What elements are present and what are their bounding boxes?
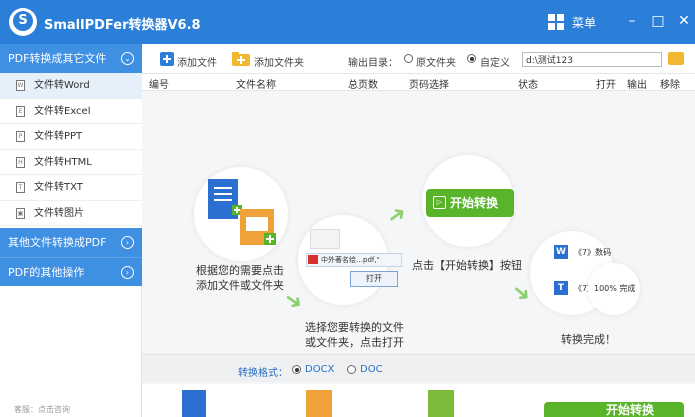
col-open: 打开	[596, 80, 616, 91]
sidebar-item-txt[interactable]: T 文件转TXT	[0, 175, 142, 201]
app-title: SmallPDFer转换器V6.8	[44, 18, 201, 33]
step1-circle	[194, 167, 288, 261]
add-file-icon[interactable]	[160, 52, 174, 66]
sidebar-section-pdf-other-ops[interactable]: PDF的其他操作 ›	[0, 257, 142, 286]
doc-option[interactable]: DOC	[360, 364, 383, 375]
sidebar-item-label: 文件转Excel	[34, 105, 91, 117]
sidebar-item-label: 文件转图片	[34, 207, 84, 219]
docx-radio[interactable]	[292, 365, 301, 374]
col-output: 输出	[627, 80, 647, 91]
step1-line2: 添加文件或文件夹	[196, 279, 284, 292]
sidebar-item-image[interactable]: ▣ 文件转图片	[0, 200, 142, 226]
sidebar-item-word[interactable]: W 文件转Word	[0, 73, 142, 99]
output-dir-label: 输出目录：	[348, 58, 398, 69]
browse-folder-icon[interactable]	[668, 52, 684, 65]
open-button-illustration: 打开	[350, 271, 398, 287]
sidebar-item-excel[interactable]: E 文件转Excel	[0, 98, 142, 124]
menu-grid-icon[interactable]	[548, 14, 564, 30]
chevron-down-icon: ⌄	[121, 52, 134, 65]
step1-caption: 根据您的需要点击 添加文件或文件夹	[196, 263, 284, 293]
minimize-button[interactable]: –	[621, 10, 643, 32]
add-folder-icon[interactable]	[232, 52, 250, 66]
step3-caption: 点击【开始转换】按钮	[412, 259, 522, 272]
original-folder-radio[interactable]	[404, 54, 413, 63]
step1-line1: 根据您的需要点击	[196, 264, 284, 277]
step2-caption: 选择您要转换的文件 或文件夹，点击打开	[305, 320, 404, 350]
step4-caption: 转换完成！	[561, 333, 616, 346]
col-remove: 移除	[660, 80, 680, 91]
step2-circle: 中外著名绘…pdf," 打开	[298, 215, 402, 305]
bottom-card: 开始转换	[142, 384, 695, 417]
chevron-right-icon: ›	[121, 236, 134, 249]
format-bar: 转换格式： DOCX DOC	[142, 354, 695, 382]
guide-area: 根据您的需要点击 添加文件或文件夹 ➜ 中外著名绘…pdf," 打开 选择您要转…	[142, 91, 695, 354]
col-status: 状态	[518, 80, 538, 91]
folder-list-icon	[310, 229, 340, 249]
word-file-icon: W	[16, 80, 25, 91]
excel-file-icon: E	[16, 105, 25, 117]
start-convert-button[interactable]: 开始转换	[544, 402, 684, 417]
txt-result-icon: T	[554, 281, 568, 295]
step3-circle: 开始转换 ▷	[422, 155, 514, 247]
txt-file-icon: T	[16, 182, 25, 193]
image-file-icon: ▣	[16, 207, 25, 219]
menu-button[interactable]: 菜单	[572, 14, 596, 31]
support-link[interactable]: 客服：点击咨询	[0, 404, 142, 417]
docx-option[interactable]: DOCX	[305, 364, 334, 375]
sidebar-section-label: PDF转换成其它文件	[8, 52, 107, 65]
add-file-button[interactable]: 添加文件	[177, 54, 217, 69]
add-files-illustration-icon	[208, 179, 276, 245]
sidebar-item-label: 文件转Word	[34, 80, 90, 91]
title-bar: SmallPDFer转换器V6.8 菜单 – □ ✕	[0, 0, 695, 44]
col-filename: 文件名称	[236, 80, 276, 91]
step2-line2: 或文件夹，点击打开	[305, 336, 404, 349]
output-path-input[interactable]	[522, 52, 662, 67]
toolbar: 添加文件 添加文件夹 输出目录： 原文件夹 自定义	[142, 44, 695, 74]
custom-folder-radio[interactable]	[467, 54, 476, 63]
sidebar-item-label: 文件转HTML	[34, 156, 92, 168]
word-result-icon: W	[554, 245, 568, 259]
sidebar-section-pdf-to-other[interactable]: PDF转换成其它文件 ⌄	[0, 44, 142, 73]
app-logo-icon	[9, 8, 37, 36]
bottom-strip: 开始转换	[142, 382, 695, 417]
sidebar-item-label: 文件转TXT	[34, 182, 83, 193]
col-number: 编号	[149, 80, 169, 91]
result-file-1: 《7》数码	[574, 248, 612, 257]
sidebar-section-label: PDF的其他操作	[8, 266, 85, 279]
custom-folder-label[interactable]: 自定义	[480, 54, 510, 69]
sidebar: PDF转换成其它文件 ⌄ W 文件转Word E 文件转Excel P 文件转P…	[0, 44, 142, 417]
add-folder-button[interactable]: 添加文件夹	[254, 54, 304, 69]
col-page-select: 页码选择	[409, 80, 449, 91]
arrow-icon: ➜	[382, 199, 412, 232]
sidebar-item-ppt[interactable]: P 文件转PPT	[0, 124, 142, 150]
ppt-file-icon: P	[16, 131, 25, 142]
word-icon	[182, 390, 206, 417]
progress-circle: 100% 完成	[588, 263, 640, 315]
maximize-button[interactable]: □	[647, 10, 669, 32]
folder-icon	[306, 390, 332, 417]
original-folder-label[interactable]: 原文件夹	[416, 54, 456, 69]
format-label: 转换格式：	[238, 368, 288, 379]
sidebar-item-html[interactable]: H 文件转HTML	[0, 149, 142, 175]
sidebar-section-label: 其他文件转换成PDF	[8, 236, 107, 249]
sidebar-section-other-to-pdf[interactable]: 其他文件转换成PDF ›	[0, 228, 142, 257]
play-icon: ▷	[433, 196, 446, 209]
html-file-icon: H	[16, 156, 25, 168]
file-table-header: 编号 文件名称 总页数 页码选择 状态 打开 输出 移除	[142, 74, 695, 91]
doc-radio[interactable]	[347, 365, 356, 374]
progress-complete-text: 100% 完成	[594, 284, 636, 293]
pdf-icon	[308, 255, 318, 264]
close-button[interactable]: ✕	[673, 10, 695, 32]
col-pages: 总页数	[348, 80, 378, 91]
sidebar-item-label: 文件转PPT	[34, 131, 83, 142]
chevron-right-icon: ›	[121, 266, 134, 279]
selected-file-field: 中外著名绘…pdf,"	[306, 253, 402, 267]
step2-line1: 选择您要转换的文件	[305, 321, 404, 334]
brush-icon	[428, 390, 454, 417]
